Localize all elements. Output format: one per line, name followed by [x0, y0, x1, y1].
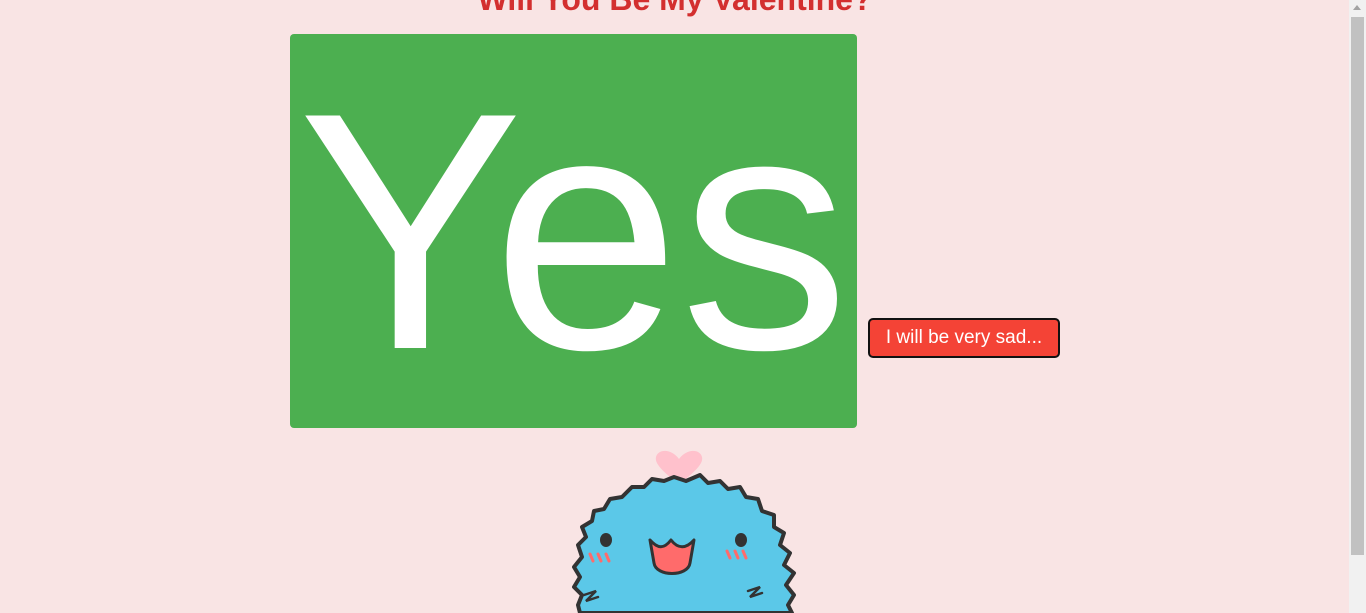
vertical-scrollbar[interactable]: [1349, 0, 1366, 613]
mascot-left-eye: [600, 533, 612, 547]
no-button[interactable]: I will be very sad...: [868, 318, 1060, 358]
yes-button[interactable]: Yes: [290, 34, 857, 428]
scroll-up-arrow-icon[interactable]: [1353, 5, 1361, 10]
scrollbar-thumb[interactable]: [1351, 17, 1364, 555]
mascot-right-eye: [735, 533, 747, 547]
valentine-page: Will You Be My Valentine? Yes I will be …: [0, 0, 1366, 613]
page-title: Will You Be My Valentine?: [0, 0, 1350, 18]
mascot-mouth: [648, 538, 696, 575]
mascot-illustration: [572, 450, 796, 613]
